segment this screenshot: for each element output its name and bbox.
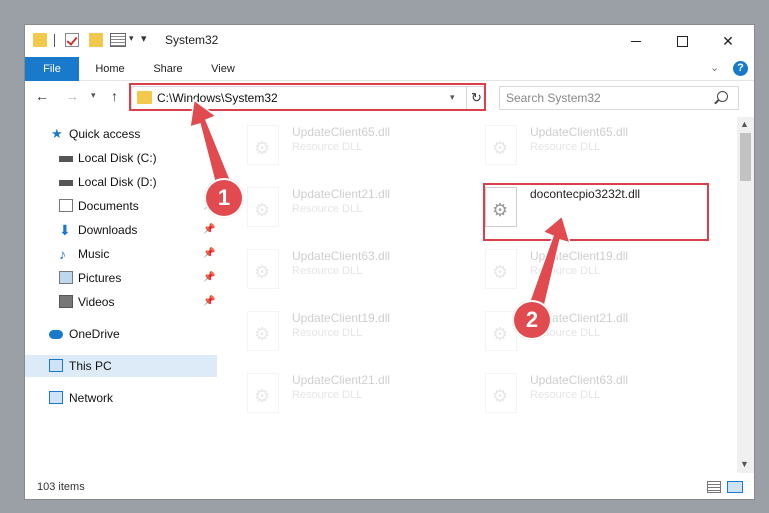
status-bar: 103 items bbox=[25, 477, 754, 499]
pictures-icon bbox=[59, 271, 73, 284]
file-highlight-box bbox=[483, 183, 709, 241]
dll-file-icon bbox=[485, 249, 517, 289]
tab-home[interactable]: Home bbox=[85, 57, 135, 81]
sidebar-item-onedrive[interactable]: OneDrive bbox=[25, 323, 217, 345]
address-highlight-box bbox=[129, 83, 486, 111]
drive-icon bbox=[59, 156, 73, 162]
minimize-button[interactable] bbox=[613, 25, 659, 57]
close-button[interactable]: ✕ bbox=[705, 25, 751, 57]
videos-icon bbox=[59, 295, 73, 308]
sidebar-item-quick-access[interactable]: ★ Quick access bbox=[25, 123, 217, 145]
maximize-button[interactable] bbox=[659, 25, 705, 57]
dll-file-icon bbox=[485, 373, 517, 413]
dll-file-icon bbox=[247, 311, 279, 351]
sidebar-item-this-pc[interactable]: This PC bbox=[25, 355, 217, 377]
scroll-down-icon[interactable]: ▼ bbox=[740, 459, 749, 469]
computer-icon bbox=[49, 359, 63, 372]
documents-icon bbox=[59, 199, 73, 212]
scroll-up-icon[interactable]: ▲ bbox=[740, 119, 749, 129]
title-bar: ▾ ▾ System32 ✕ bbox=[25, 25, 754, 57]
new-folder-icon[interactable] bbox=[89, 33, 103, 47]
sidebar-item-downloads[interactable]: ⬇ Downloads 📌 bbox=[25, 219, 217, 241]
customize-toolbar-icon[interactable]: ▾ bbox=[141, 32, 147, 45]
file-item[interactable]: UpdateClient19.dll Resource DLL bbox=[455, 241, 675, 297]
forward-arrow-icon[interactable]: → bbox=[65, 88, 79, 104]
tab-view[interactable]: View bbox=[200, 57, 246, 81]
file-item[interactable]: UpdateClient65.dll Resource DLL bbox=[217, 117, 437, 173]
file-item[interactable]: UpdateClient19.dll Resource DLL bbox=[217, 303, 437, 359]
tab-file[interactable]: File bbox=[25, 57, 79, 81]
file-item[interactable]: UpdateClient65.dll Resource DLL bbox=[455, 117, 675, 173]
ribbon: File Home Share View ⌄ ? bbox=[25, 57, 754, 81]
network-icon bbox=[49, 391, 63, 404]
details-view-icon[interactable] bbox=[707, 481, 721, 493]
search-input[interactable]: Search System32 bbox=[499, 86, 739, 110]
file-item[interactable]: UpdateClient21.dll Resource DLL bbox=[217, 365, 437, 421]
pin-icon[interactable]: 📌 bbox=[203, 243, 215, 265]
dll-file-icon bbox=[485, 125, 517, 165]
music-icon: ♪ bbox=[59, 246, 66, 262]
pin-icon[interactable]: 📌 bbox=[203, 267, 215, 289]
chevron-down-icon[interactable]: ▾ bbox=[129, 33, 134, 44]
back-arrow-icon[interactable]: ← bbox=[35, 88, 49, 104]
drive-icon bbox=[59, 180, 73, 186]
recent-locations-icon[interactable]: ▾ bbox=[91, 90, 96, 101]
help-icon[interactable]: ? bbox=[733, 61, 748, 76]
window-title: System32 bbox=[165, 33, 219, 47]
sidebar-item-videos[interactable]: Videos 📌 bbox=[25, 291, 217, 313]
up-arrow-icon[interactable]: ↑ bbox=[111, 88, 118, 104]
sidebar-item-network[interactable]: Network bbox=[25, 387, 217, 409]
sidebar-item-local-disk-c[interactable]: Local Disk (C:) bbox=[25, 147, 217, 169]
search-placeholder: Search System32 bbox=[506, 91, 601, 105]
pin-icon[interactable]: 📌 bbox=[203, 291, 215, 313]
sidebar-item-pictures[interactable]: Pictures 📌 bbox=[25, 267, 217, 289]
search-icon[interactable] bbox=[717, 91, 728, 102]
cloud-icon bbox=[49, 330, 63, 339]
download-icon: ⬇ bbox=[59, 222, 71, 238]
step-1-badge: 1 bbox=[204, 178, 244, 218]
file-item[interactable]: UpdateClient21.dll Resource DLL bbox=[455, 303, 675, 359]
dll-file-icon bbox=[247, 187, 279, 227]
folder-icon bbox=[33, 33, 47, 47]
step-2-badge: 2 bbox=[512, 300, 552, 340]
explorer-window: ▾ ▾ System32 ✕ File Home Share View ⌄ ? … bbox=[24, 24, 755, 500]
file-item[interactable]: UpdateClient63.dll Resource DLL bbox=[217, 241, 437, 297]
file-list: UpdateClient65.dll Resource DLL UpdateCl… bbox=[217, 117, 737, 473]
star-icon: ★ bbox=[51, 126, 63, 141]
dll-file-icon bbox=[247, 125, 279, 165]
sidebar-item-music[interactable]: ♪ Music 📌 bbox=[25, 243, 217, 265]
dll-file-icon bbox=[247, 249, 279, 289]
large-icons-view-icon[interactable] bbox=[727, 481, 743, 493]
sidebar-item-documents[interactable]: Documents 📌 bbox=[25, 195, 217, 217]
item-count: 103 items bbox=[37, 481, 85, 493]
vertical-scrollbar[interactable]: ▲ ▼ bbox=[737, 117, 754, 473]
sidebar-item-local-disk-d[interactable]: Local Disk (D:) bbox=[25, 171, 217, 193]
pin-icon[interactable]: 📌 bbox=[203, 219, 215, 241]
properties-check-icon[interactable] bbox=[65, 33, 79, 47]
navigation-pane: ★ Quick access Local Disk (C:) Local Dis… bbox=[25, 121, 217, 471]
dll-file-icon bbox=[247, 373, 279, 413]
details-icon[interactable] bbox=[110, 33, 126, 47]
tab-share[interactable]: Share bbox=[143, 57, 193, 81]
scrollbar-thumb[interactable] bbox=[740, 133, 751, 181]
toolbar-separator bbox=[54, 34, 55, 47]
file-item[interactable]: UpdateClient63.dll Resource DLL bbox=[455, 365, 675, 421]
file-item[interactable]: UpdateClient21.dll Resource DLL bbox=[217, 179, 437, 235]
expand-ribbon-icon[interactable]: ⌄ bbox=[710, 61, 719, 74]
